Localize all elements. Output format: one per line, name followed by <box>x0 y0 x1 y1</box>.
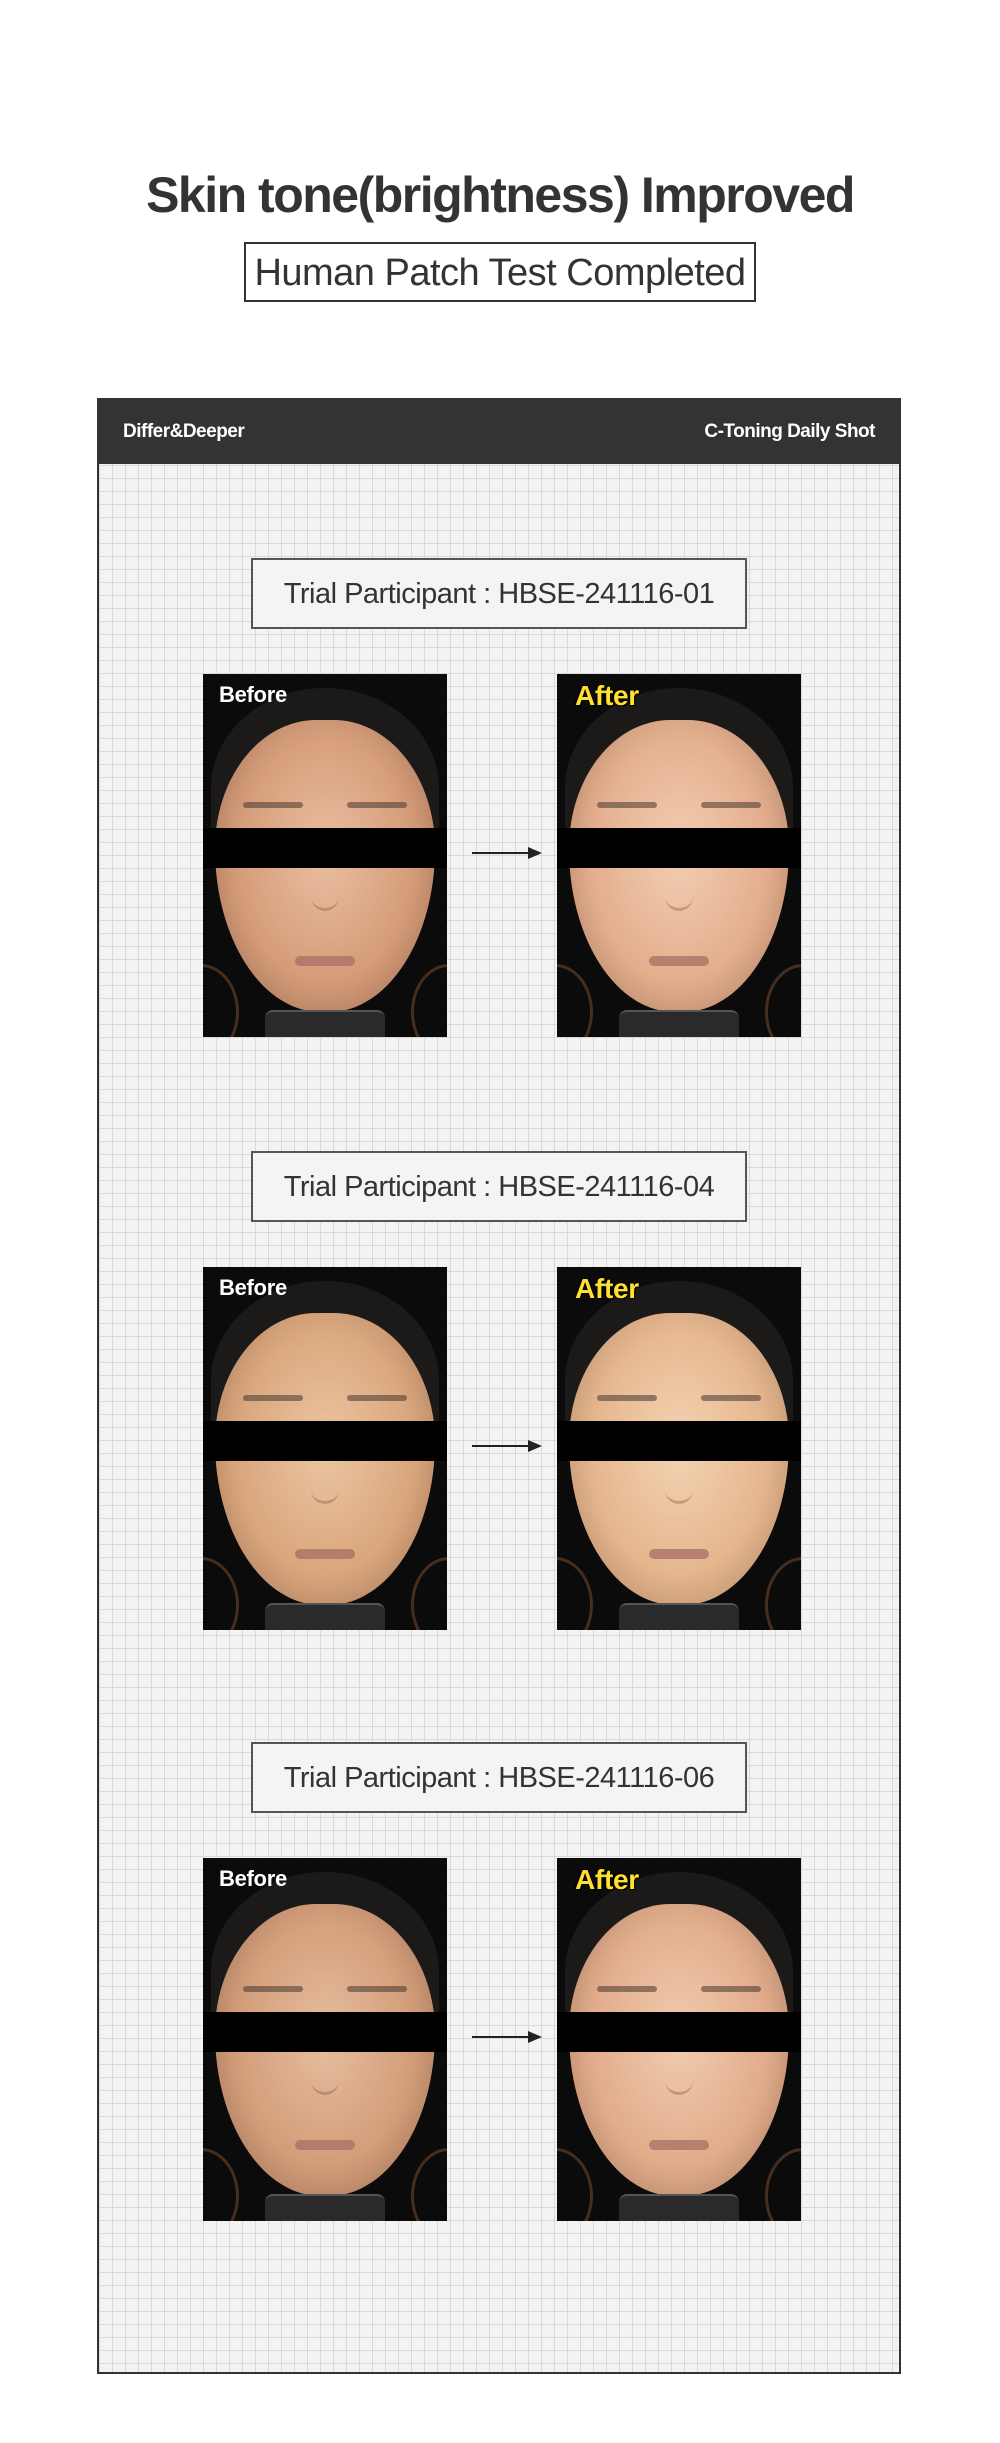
arrow-right-icon <box>472 1440 542 1452</box>
censor-bar <box>203 828 447 868</box>
results-panel: Differ&Deeper C-Toning Daily Shot Trial … <box>97 398 901 2374</box>
censor-bar <box>557 828 801 868</box>
after-label: After <box>575 1273 639 1304</box>
product-name: C-Toning Daily Shot <box>704 421 875 442</box>
before-photo: Before <box>203 1858 447 2221</box>
after-label: After <box>575 680 639 711</box>
censor-bar <box>203 1421 447 1461</box>
trial-participant-label: Trial Participant : HBSE-241116-06 <box>251 1742 747 1813</box>
arrow-right-icon <box>472 2031 542 2043</box>
before-label: Before <box>219 1866 287 1891</box>
trial-participant-label: Trial Participant : HBSE-241116-04 <box>251 1151 747 1222</box>
before-photo: Before <box>203 1267 447 1630</box>
censor-bar <box>557 2012 801 2052</box>
censor-bar <box>557 1421 801 1461</box>
subtitle-wrapper: Human Patch Test Completed <box>0 242 1000 302</box>
arrow-right-icon <box>472 847 542 859</box>
after-photo: After <box>557 1858 801 2221</box>
after-label: After <box>575 1864 639 1895</box>
subtitle-box: Human Patch Test Completed <box>244 242 756 302</box>
censor-bar <box>203 2012 447 2052</box>
before-label: Before <box>219 1275 287 1300</box>
panel-header: Differ&Deeper C-Toning Daily Shot <box>99 400 899 464</box>
page-title: Skin tone(brightness) Improved <box>146 167 855 223</box>
brand-name: Differ&Deeper <box>123 421 245 442</box>
after-photo: After <box>557 1267 801 1630</box>
trial-participant-label: Trial Participant : HBSE-241116-01 <box>251 558 747 629</box>
after-photo: After <box>557 674 801 1037</box>
before-photo: Before <box>203 674 447 1037</box>
before-label: Before <box>219 682 287 707</box>
